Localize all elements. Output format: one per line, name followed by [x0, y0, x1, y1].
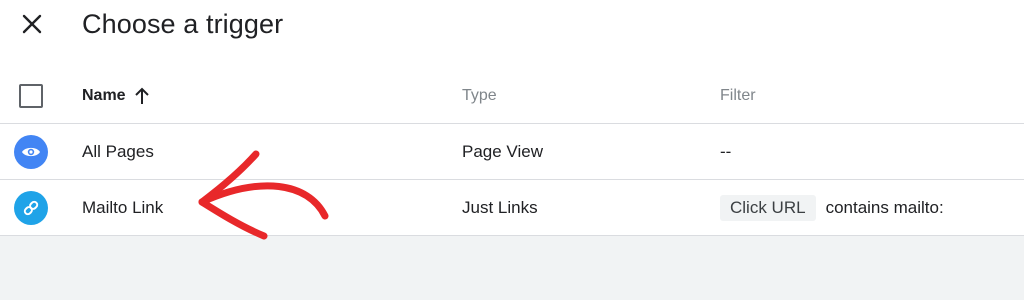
- table-row[interactable]: All Pages Page View --: [0, 124, 1024, 180]
- table-header-row: Name Type Filter: [0, 68, 1024, 124]
- dialog-header: Choose a trigger: [0, 0, 1024, 60]
- empty-area: [0, 236, 1024, 300]
- close-button[interactable]: [16, 8, 48, 40]
- trigger-filter-label: contains mailto:: [825, 197, 944, 217]
- arrow-up-icon: [134, 87, 150, 105]
- select-all-checkbox[interactable]: [19, 83, 43, 108]
- trigger-type-label: Page View: [462, 141, 543, 161]
- trigger-icon-cell: [14, 124, 50, 179]
- trigger-name-label[interactable]: All Pages: [82, 142, 154, 162]
- trigger-table: Name Type Filter All Pages Page View -- …: [0, 68, 1024, 236]
- trigger-name-label[interactable]: Mailto Link: [82, 198, 163, 218]
- table-row[interactable]: Mailto Link Just Links Click URL contain…: [0, 180, 1024, 236]
- column-header-name[interactable]: Name: [82, 68, 150, 123]
- trigger-icon-cell: [14, 180, 50, 235]
- column-type-label: Type: [462, 86, 497, 104]
- trigger-filter: Click URL contains mailto:: [720, 180, 944, 235]
- trigger-name[interactable]: Mailto Link: [82, 180, 163, 235]
- link-icon: [14, 190, 48, 225]
- trigger-name[interactable]: All Pages: [82, 124, 154, 179]
- trigger-type: Page View: [462, 124, 543, 179]
- column-name-label: Name: [82, 86, 126, 104]
- column-header-type[interactable]: Type: [462, 68, 497, 123]
- trigger-filter: --: [720, 124, 731, 179]
- eye-icon: [14, 134, 48, 169]
- column-filter-label: Filter: [720, 86, 756, 104]
- column-header-filter[interactable]: Filter: [720, 68, 756, 123]
- select-all-cell: [14, 68, 50, 123]
- trigger-filter-label: --: [720, 141, 732, 161]
- close-icon: [22, 14, 42, 34]
- trigger-type-label: Just Links: [462, 197, 538, 217]
- trigger-type: Just Links: [462, 180, 538, 235]
- page-title: Choose a trigger: [82, 9, 284, 39]
- filter-variable-chip: Click URL: [720, 194, 816, 221]
